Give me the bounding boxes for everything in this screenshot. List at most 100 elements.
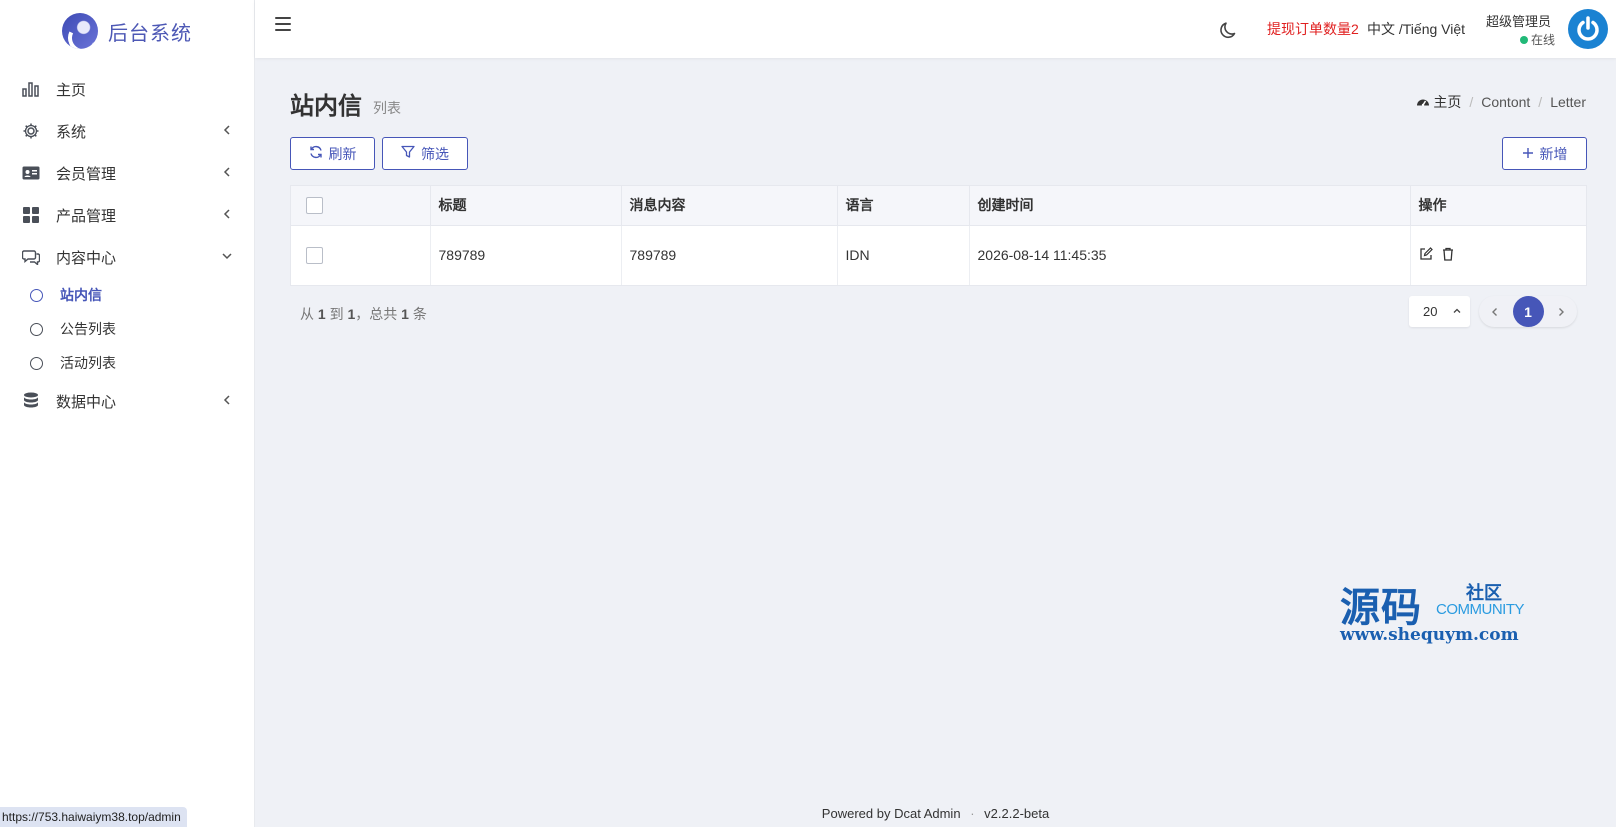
page-subtitle: 列表 bbox=[373, 100, 401, 116]
column-header-created[interactable]: 创建时间 bbox=[969, 186, 1411, 226]
refresh-label: 刷新 bbox=[328, 145, 357, 162]
withdraw-order-count[interactable]: 提现订单数量2 bbox=[1267, 19, 1359, 39]
letters-table: 标题 消息内容 语言 创建时间 操作 789789 789789 IDN 202… bbox=[290, 185, 1587, 286]
grid-icon bbox=[22, 206, 40, 224]
add-new-label: 新增 bbox=[1539, 145, 1568, 162]
cell-actions bbox=[1410, 225, 1586, 285]
watermark-english-text: COMMUNITY bbox=[1436, 601, 1525, 618]
sidebar-item-label: 系统 bbox=[56, 123, 87, 141]
page-button-current[interactable]: 1 bbox=[1512, 296, 1544, 327]
cell-title: 789789 bbox=[430, 225, 622, 285]
circle-icon bbox=[30, 288, 43, 302]
filter-icon bbox=[401, 145, 415, 162]
watermark-url: www.shequym.com bbox=[1340, 625, 1519, 645]
select-all-checkbox[interactable] bbox=[306, 197, 323, 215]
chevron-up-icon bbox=[1452, 304, 1462, 319]
chevron-left-icon bbox=[220, 207, 234, 221]
user-name[interactable]: 超级管理员 bbox=[1486, 11, 1551, 30]
refresh-button[interactable]: 刷新 bbox=[290, 137, 375, 170]
online-dot-icon bbox=[1520, 35, 1528, 44]
brand[interactable]: 后台系统 bbox=[0, 0, 254, 62]
menu-toggle-icon[interactable] bbox=[275, 17, 291, 31]
pagination-summary: 从 1 到 1，总共 1 条 bbox=[300, 304, 427, 324]
sidebar-item-members[interactable]: 会员管理 bbox=[0, 152, 254, 194]
sidebar-subitem-label: 活动列表 bbox=[60, 355, 116, 371]
cell-content: 789789 bbox=[621, 225, 838, 285]
avatar[interactable] bbox=[1568, 9, 1608, 49]
bar-chart-icon bbox=[22, 80, 40, 98]
row-select-cell bbox=[291, 225, 431, 285]
user-status-label: 在线 bbox=[1531, 33, 1556, 47]
select-all-cell bbox=[291, 186, 431, 226]
breadcrumb: 主页 / Contont / Letter bbox=[1416, 92, 1586, 112]
row-checkbox[interactable] bbox=[306, 247, 323, 265]
gear-icon bbox=[22, 122, 40, 140]
page-title: 站内信 bbox=[290, 93, 362, 120]
plus-icon bbox=[1522, 146, 1534, 162]
sidebar: 后台系统 主页 系统 会员管理 产品管理 内容中心 站内信 公告列表 活动列表 … bbox=[0, 0, 255, 827]
filter-label: 筛选 bbox=[421, 145, 449, 162]
summary-total-label: ，总共 bbox=[355, 306, 398, 322]
chevron-down-icon bbox=[220, 249, 234, 263]
cell-created: 2026-08-14 11:45:35 bbox=[969, 225, 1411, 285]
breadcrumb-level1[interactable]: Contont bbox=[1481, 94, 1530, 110]
breadcrumb-home-label: 主页 bbox=[1433, 94, 1462, 110]
sidebar-subitem-activities[interactable]: 活动列表 bbox=[0, 346, 254, 380]
summary-from-label: 从 bbox=[300, 306, 314, 322]
table-header-row: 标题 消息内容 语言 创建时间 操作 bbox=[291, 186, 1586, 226]
filter-button[interactable]: 筛选 bbox=[382, 137, 468, 170]
breadcrumb-level2: Letter bbox=[1550, 94, 1586, 110]
status-bar-url: https://753.haiwaiym38.top/admin bbox=[0, 807, 187, 827]
sidebar-item-content[interactable]: 内容中心 bbox=[0, 236, 254, 278]
previous-page-icon[interactable] bbox=[1489, 306, 1501, 318]
summary-unit: 条 bbox=[412, 306, 427, 322]
sidebar-subitem-label: 站内信 bbox=[60, 287, 102, 303]
sidebar-item-data[interactable]: 数据中心 bbox=[0, 380, 254, 422]
refresh-icon bbox=[309, 145, 323, 162]
footer: Powered by Dcat Admin · v2.2.2-beta bbox=[255, 806, 1616, 821]
sidebar-item-label: 产品管理 bbox=[56, 207, 117, 225]
sidebar-item-system[interactable]: 系统 bbox=[0, 110, 254, 152]
cell-language: IDN bbox=[837, 225, 970, 285]
sidebar-subitem-letters[interactable]: 站内信 bbox=[0, 278, 254, 312]
per-page-select[interactable]: 20 bbox=[1409, 296, 1470, 327]
top-navbar: 提现订单数量2 中文 /Tiếng Việt 超级管理员 在线 bbox=[255, 0, 1616, 58]
chevron-left-icon bbox=[220, 165, 234, 179]
summary-from: 1 bbox=[317, 306, 326, 322]
footer-product-link[interactable]: Dcat Admin bbox=[894, 806, 960, 821]
sidebar-item-label: 数据中心 bbox=[56, 393, 117, 411]
sidebar-item-home[interactable]: 主页 bbox=[0, 68, 254, 110]
column-header-title[interactable]: 标题 bbox=[430, 186, 622, 226]
circle-icon bbox=[30, 322, 43, 336]
id-card-icon bbox=[22, 164, 40, 182]
moon-icon[interactable] bbox=[1219, 20, 1239, 40]
summary-total: 1 bbox=[401, 306, 409, 322]
chevron-left-icon bbox=[220, 393, 234, 407]
footer-separator: · bbox=[970, 806, 975, 821]
pagination: 1 bbox=[1479, 296, 1577, 327]
sidebar-subitem-notices[interactable]: 公告列表 bbox=[0, 312, 254, 346]
brand-title: 后台系统 bbox=[108, 22, 192, 45]
sidebar-item-label: 会员管理 bbox=[56, 165, 117, 183]
column-header-content[interactable]: 消息内容 bbox=[621, 186, 838, 226]
add-new-button[interactable]: 新增 bbox=[1502, 137, 1587, 170]
breadcrumb-home[interactable]: 主页 bbox=[1416, 92, 1461, 112]
edit-icon[interactable] bbox=[1419, 246, 1435, 263]
table-row: 789789 789789 IDN 2026-08-14 11:45:35 bbox=[291, 225, 1586, 285]
chat-icon bbox=[22, 248, 40, 266]
watermark-logo: 源码 社区 COMMUNITY www.shequym.com bbox=[1340, 575, 1540, 645]
column-header-language[interactable]: 语言 bbox=[837, 186, 970, 226]
language-switcher[interactable]: 中文 /Tiếng Việt bbox=[1367, 19, 1465, 39]
chevron-left-icon bbox=[220, 123, 234, 137]
breadcrumb-separator: / bbox=[1538, 94, 1543, 110]
column-header-actions: 操作 bbox=[1410, 186, 1586, 226]
footer-version: v2.2.2-beta bbox=[984, 806, 1050, 821]
brand-logo-icon bbox=[62, 13, 98, 49]
per-page-value: 20 bbox=[1423, 304, 1438, 319]
sidebar-item-products[interactable]: 产品管理 bbox=[0, 194, 254, 236]
delete-icon[interactable] bbox=[1441, 247, 1457, 263]
sidebar-nav: 主页 系统 会员管理 产品管理 内容中心 站内信 公告列表 活动列表 数据中心 bbox=[0, 68, 254, 422]
footer-powered: Powered by bbox=[821, 806, 891, 821]
user-status: 在线 bbox=[1520, 31, 1555, 48]
next-page-icon[interactable] bbox=[1555, 306, 1567, 318]
